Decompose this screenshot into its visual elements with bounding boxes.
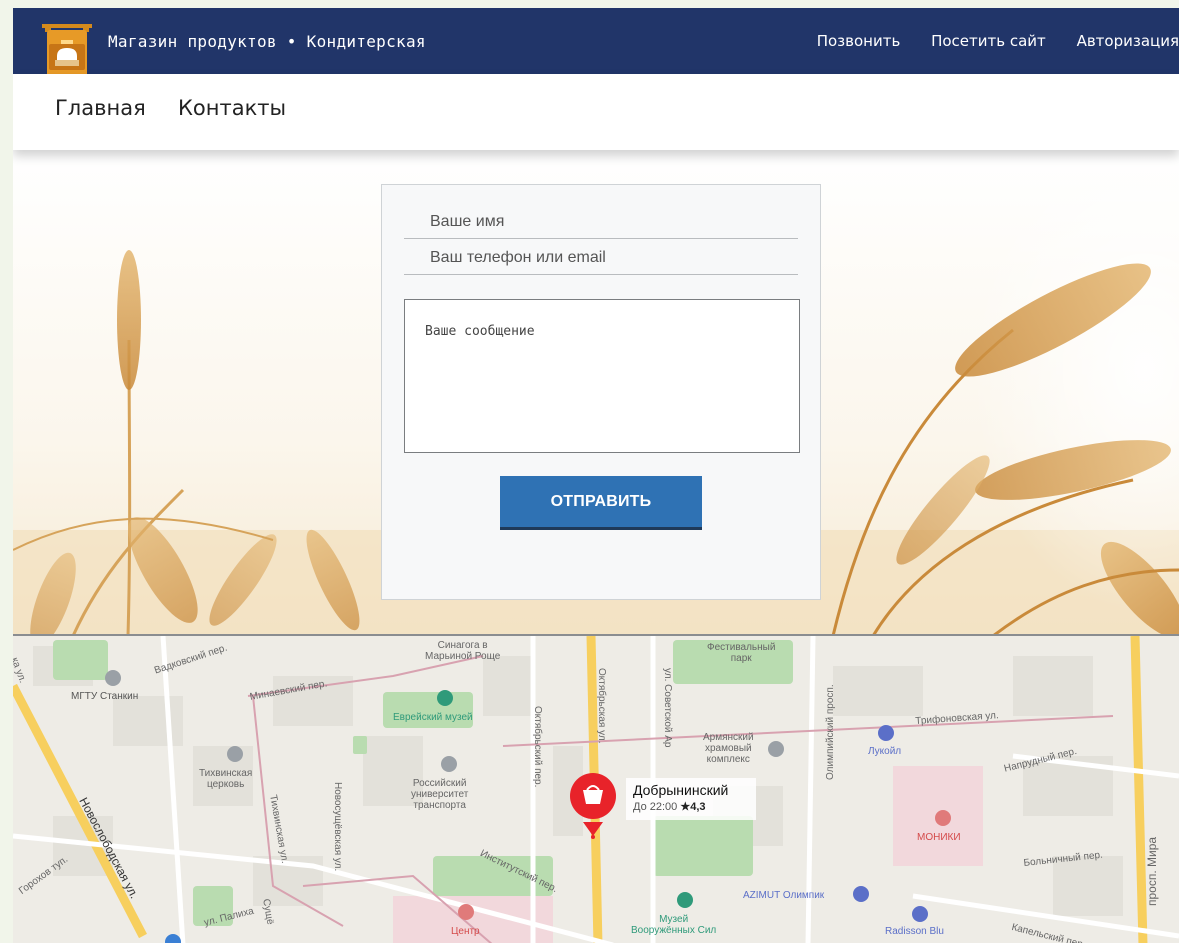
map-label-sovetskoy-armii: ул. Советской Ар bbox=[662, 668, 673, 748]
map-label-tsentr: Центр bbox=[451, 926, 480, 937]
nav-item-home[interactable]: Главная bbox=[55, 96, 146, 120]
map-label-university: Российский университет транспорта bbox=[411, 778, 469, 811]
store-pin-title[interactable]: Добрынинский bbox=[633, 782, 728, 798]
shop-logo-icon[interactable] bbox=[41, 20, 93, 78]
map-label-jewish-museum: Еврейский музей bbox=[393, 712, 473, 723]
map-label-novosushchevskaya: Новосущёвская ул. bbox=[332, 782, 343, 872]
map-label-museum-arms: Музей Вооружённых Сил bbox=[631, 914, 717, 936]
login-link[interactable]: Авторизация bbox=[1077, 32, 1179, 50]
map-label-tikhvin-church: Тихвинская церковь bbox=[199, 768, 253, 790]
map-label-festival-park: Фестивальный парк bbox=[707, 642, 776, 664]
map-label-armenian: Армянский храмовый комплекс bbox=[703, 732, 754, 765]
store-pin-details: До 22:00 ★4,3 bbox=[633, 800, 706, 813]
top-links: Позвонить Посетить сайт Авторизация bbox=[791, 32, 1179, 50]
top-bar: Магазин продуктов • Кондитерская Позвони… bbox=[13, 8, 1179, 78]
main-nav: Главная Контакты bbox=[13, 74, 1179, 150]
map-label-sinagoga: Синагога в Марьиной Роще bbox=[425, 640, 501, 662]
map-label-mgtu: МГТУ Станкин bbox=[71, 691, 139, 702]
brand-title[interactable]: Магазин продуктов • Кондитерская bbox=[108, 32, 426, 51]
map-label-oktyabrskaya: Октябрьская ул. bbox=[596, 668, 607, 744]
contact-form: ОТПРАВИТЬ bbox=[381, 184, 821, 600]
map-label-prosp-mira: просп. Мира bbox=[1145, 836, 1159, 906]
map-label-azimut: AZIMUT Олимпик bbox=[743, 890, 825, 901]
map-label-olimpiysky: Олимпийский просп. bbox=[825, 684, 836, 780]
submit-button[interactable]: ОТПРАВИТЬ bbox=[500, 476, 702, 530]
map-widget[interactable]: Синагога в Марьиной Роще Фестивальный па… bbox=[13, 634, 1179, 943]
message-textarea[interactable] bbox=[404, 299, 800, 453]
map-label-moniki: МОНИКИ bbox=[917, 832, 961, 843]
map-label-lukoil: Лукойл bbox=[868, 746, 902, 757]
map-label-radisson: Radisson Blu bbox=[885, 926, 944, 937]
hero-section: ОТПРАВИТЬ bbox=[13, 150, 1179, 636]
call-link[interactable]: Позвонить bbox=[817, 32, 901, 50]
map-label-oktyabrsky-per: Октябрьский пер. bbox=[532, 706, 543, 788]
name-input[interactable] bbox=[404, 205, 798, 239]
visit-site-link[interactable]: Посетить сайт bbox=[931, 32, 1046, 50]
contact-input[interactable] bbox=[404, 241, 798, 275]
store-pin-hours: До 22:00 bbox=[633, 801, 678, 813]
page-frame: Магазин продуктов • Кондитерская Позвони… bbox=[13, 8, 1179, 943]
store-pin-rating: ★4,3 bbox=[680, 801, 706, 813]
nav-item-contacts[interactable]: Контакты bbox=[178, 96, 286, 120]
